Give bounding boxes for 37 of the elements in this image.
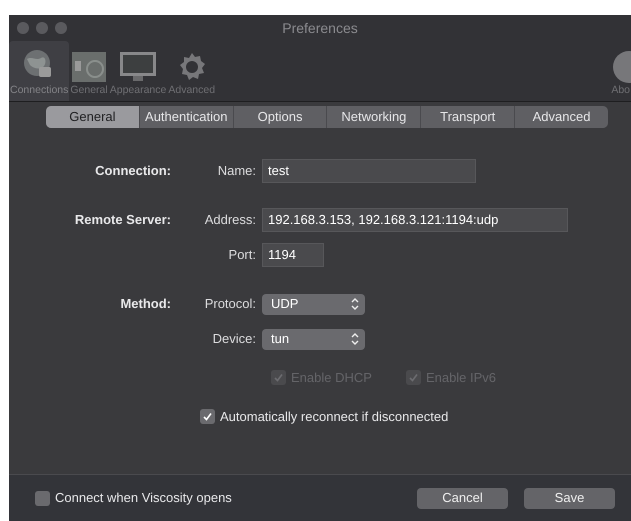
checkbox-label: Connect when Viscosity opens — [55, 489, 232, 508]
checkmark-icon — [273, 372, 284, 384]
field-label: Device: — [212, 331, 256, 346]
checkbox[interactable] — [200, 408, 215, 424]
tab[interactable]: General — [46, 106, 139, 128]
device-select[interactable]: tun — [262, 328, 365, 350]
chevron-icon — [351, 333, 359, 345]
tab[interactable]: Options — [232, 106, 326, 128]
checkmark-icon — [408, 372, 419, 384]
section-heading: Remote Server: — [74, 212, 171, 227]
section-heading: Method: — [120, 296, 171, 311]
input-field[interactable]: test — [262, 159, 476, 183]
window-title: Preferences — [282, 18, 358, 38]
minimize-button[interactable] — [36, 22, 48, 34]
monitor-icon — [119, 51, 158, 84]
zoom-button[interactable] — [55, 22, 67, 34]
tab[interactable]: Networking — [326, 106, 420, 128]
tab[interactable]: Transport — [420, 106, 514, 128]
close-button[interactable] — [17, 22, 29, 34]
section-heading: Connection: — [95, 163, 171, 178]
checkbox[interactable] — [35, 490, 50, 506]
field-label: Port: — [228, 247, 256, 262]
field-label: Name: — [218, 163, 256, 178]
field-label: Protocol: — [204, 296, 256, 311]
tab[interactable]: Authentication — [138, 106, 233, 128]
checkmark-icon — [202, 410, 213, 422]
chevron-icon — [351, 298, 359, 310]
save-button[interactable]: Save — [524, 488, 615, 508]
protocol-select[interactable]: UDP — [262, 294, 365, 314]
toolbar-item[interactable]: Connections — [9, 41, 70, 101]
panel-icon — [71, 51, 108, 84]
field-label: Address: — [204, 212, 256, 227]
input-field[interactable]: 192.168.3.153, 192.168.3.121:1194:udp — [262, 208, 568, 232]
tab[interactable]: Advanced — [514, 106, 608, 128]
checkbox-label: Automatically reconnect if disconnected — [220, 408, 448, 426]
input-field[interactable]: 1194 — [262, 243, 324, 267]
cancel-button[interactable]: Cancel — [417, 488, 508, 508]
